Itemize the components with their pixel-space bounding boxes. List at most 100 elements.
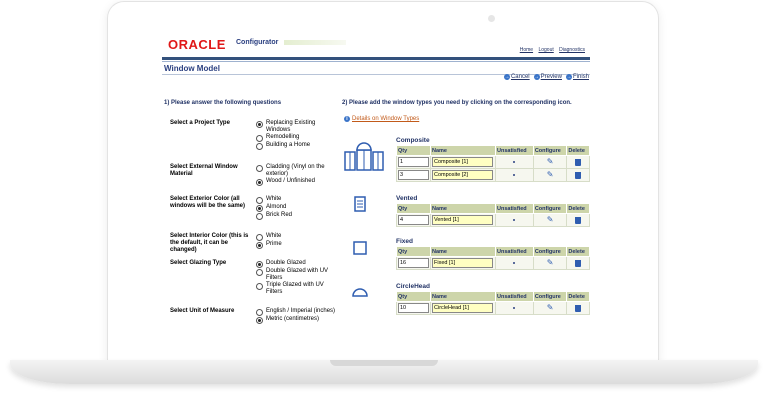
- unsatisfied-indicator: [513, 174, 516, 176]
- option-brick-red[interactable]: Brick Red: [256, 212, 336, 220]
- table-row: 4 Vented [1] ✎: [396, 213, 590, 227]
- col-configure: Configure: [532, 246, 568, 257]
- product-bar: [284, 40, 346, 45]
- qty-input[interactable]: 10: [398, 303, 429, 313]
- table-row: 1 Composite [1] ✎: [396, 155, 590, 169]
- configure-icon[interactable]: ✎: [535, 304, 566, 312]
- radio[interactable]: [256, 234, 263, 241]
- option-replacing[interactable]: Replacing Existing Windows: [256, 120, 336, 134]
- radio[interactable]: [256, 269, 263, 276]
- section-name: CircleHead: [396, 283, 430, 290]
- laptop-notch: [330, 360, 438, 366]
- fixed-table: Qty Name Unsatisfied Configure Delete 16…: [396, 246, 590, 270]
- radio[interactable]: [256, 213, 263, 220]
- col-qty: Qty: [396, 246, 431, 257]
- name-input[interactable]: Vented [1]: [432, 215, 493, 225]
- configure-icon[interactable]: ✎: [535, 216, 566, 224]
- table-row: 10 CircleHead [1] ✎: [396, 301, 590, 315]
- trash-icon[interactable]: [575, 259, 582, 267]
- logout-link[interactable]: Logout: [538, 47, 553, 53]
- col-configure: Configure: [532, 291, 568, 302]
- radio[interactable]: [256, 283, 263, 290]
- unsatisfied-indicator: [513, 262, 516, 264]
- section-fixed: Fixed Qty Name Unsatisfied Configure Del…: [396, 238, 590, 270]
- col-delete: Delete: [566, 145, 590, 156]
- composite-table: Qty Name Unsatisfied Configure Delete 1 …: [396, 145, 590, 182]
- option-prime[interactable]: Prime: [256, 241, 336, 249]
- diagnostics-link[interactable]: Diagnostics: [559, 47, 585, 53]
- header-rule-thin: [162, 61, 590, 62]
- radio[interactable]: [256, 197, 263, 204]
- radio-selected[interactable]: [256, 205, 263, 212]
- question-label: Select Glazing Type: [170, 260, 227, 266]
- option-wood[interactable]: Wood / Unfinished: [256, 178, 336, 186]
- trash-icon[interactable]: [575, 158, 582, 166]
- info-icon: i: [344, 116, 350, 122]
- unsatisfied-indicator: [513, 307, 516, 309]
- circlehead-table: Qty Name Unsatisfied Configure Delete 10…: [396, 291, 590, 315]
- unsatisfied-indicator: [513, 161, 516, 163]
- col-unsatisfied: Unsatisfied: [495, 291, 534, 302]
- option-metric[interactable]: Metric (centimetres): [256, 316, 336, 324]
- question-options: Cladding (Vinyl on the exterior) Wood / …: [256, 164, 336, 186]
- radio[interactable]: [256, 309, 263, 316]
- qty-input[interactable]: 4: [398, 215, 429, 225]
- oracle-logo: ORACLE: [168, 37, 226, 52]
- option-white[interactable]: White: [256, 196, 336, 204]
- finish-icon: →: [565, 74, 572, 80]
- col-configure: Configure: [532, 203, 568, 214]
- option-triple-uv[interactable]: Triple Glazed with UV Filters: [256, 282, 336, 296]
- option-double-uv[interactable]: Double Glazed with UV Filters: [256, 268, 336, 282]
- circlehead-window-icon[interactable]: [352, 287, 368, 297]
- camera-icon: [488, 15, 495, 22]
- fixed-window-icon[interactable]: [353, 241, 367, 255]
- name-input[interactable]: Fixed [1]: [432, 258, 493, 268]
- col-configure: Configure: [532, 145, 568, 156]
- configure-icon[interactable]: ✎: [535, 158, 566, 166]
- radio-selected[interactable]: [256, 121, 263, 128]
- cancel-button[interactable]: → Cancel: [503, 74, 530, 80]
- qty-input[interactable]: 16: [398, 258, 429, 268]
- col-delete: Delete: [566, 203, 590, 214]
- col-unsatisfied: Unsatisfied: [495, 203, 534, 214]
- radio[interactable]: [256, 143, 263, 150]
- option-almond[interactable]: Almond: [256, 204, 336, 212]
- trash-icon[interactable]: [575, 304, 582, 312]
- radio[interactable]: [256, 135, 263, 142]
- cancel-icon: →: [503, 74, 510, 80]
- option-building[interactable]: Building a Home: [256, 142, 336, 150]
- preview-icon: →: [533, 74, 540, 80]
- details-link[interactable]: i Details on Window Types: [344, 116, 419, 122]
- option-cladding[interactable]: Cladding (Vinyl on the exterior): [256, 164, 336, 178]
- home-link[interactable]: Home: [520, 47, 533, 53]
- option-double[interactable]: Double Glazed: [256, 260, 336, 268]
- col-qty: Qty: [396, 145, 431, 156]
- radio-selected[interactable]: [256, 317, 263, 324]
- option-english[interactable]: English / Imperial (inches): [256, 308, 336, 316]
- qty-input[interactable]: 1: [398, 157, 429, 167]
- qty-input[interactable]: 3: [398, 170, 429, 180]
- trash-icon[interactable]: [575, 216, 582, 224]
- section-name: Vented: [396, 195, 418, 202]
- configure-icon[interactable]: ✎: [535, 171, 566, 179]
- radio[interactable]: [256, 165, 263, 172]
- name-input[interactable]: CircleHead [1]: [432, 303, 493, 313]
- radio-selected[interactable]: [256, 179, 263, 186]
- vented-window-icon[interactable]: [354, 196, 366, 212]
- configure-icon[interactable]: ✎: [535, 259, 566, 267]
- name-input[interactable]: Composite [2]: [432, 170, 493, 180]
- col-qty: Qty: [396, 203, 431, 214]
- option-remodelling[interactable]: Remodelling: [256, 134, 336, 142]
- name-input[interactable]: Composite [1]: [432, 157, 493, 167]
- composite-window-icon[interactable]: [344, 140, 384, 172]
- finish-button[interactable]: → Finish: [565, 74, 589, 80]
- preview-button[interactable]: → Preview: [533, 74, 562, 80]
- option-white[interactable]: White: [256, 233, 336, 241]
- question-label: Select Exterior Color (all windows will …: [170, 196, 246, 209]
- radio-selected[interactable]: [256, 261, 263, 268]
- table-row: 16 Fixed [1] ✎: [396, 256, 590, 270]
- trash-icon[interactable]: [575, 171, 582, 179]
- col-unsatisfied: Unsatisfied: [495, 145, 534, 156]
- section-name: Composite: [396, 137, 430, 144]
- radio-selected[interactable]: [256, 242, 263, 249]
